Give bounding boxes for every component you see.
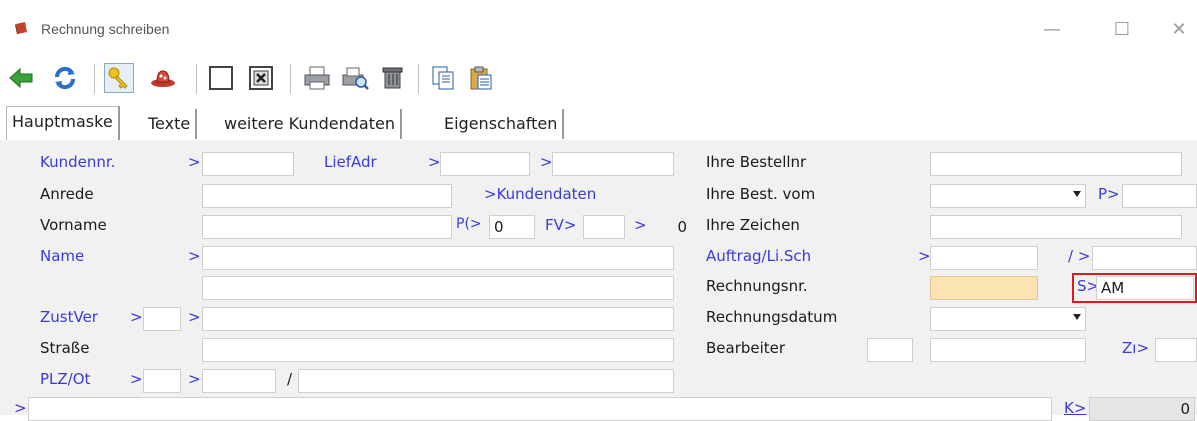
fv-second-arrow[interactable]: > [634,216,647,234]
p-best-lookup-arrow[interactable]: P> [1098,185,1120,203]
rechnungsnr-label: Rechnungsnr. [706,277,808,295]
toolbar-separator [418,64,419,94]
tab-texte[interactable]: Texte [143,109,198,139]
toolbar-separator [94,64,95,94]
tab-bar: Hauptmaske Texte weitere Kundendaten Eig… [0,103,1197,141]
ihre-best-vom-label: Ihre Best. vom [706,185,816,203]
plz-ort-separator: / [287,370,293,388]
main-form: Kundennr. > LiefAdr > > Anrede >Kundenda… [0,140,1197,421]
key-icon[interactable] [104,63,134,93]
p-lookup-arrow[interactable]: P(> [456,216,482,232]
plz-second-arrow[interactable]: > [188,370,201,388]
name-lookup-arrow[interactable]: > [188,247,201,265]
ihre-zeichen-label: Ihre Zeichen [706,216,800,234]
back-arrow-icon[interactable] [6,63,36,93]
window-title: Rechnung schreiben [41,21,170,37]
zustver-second-arrow[interactable]: > [188,308,201,326]
s-input[interactable]: AM [1096,276,1194,300]
blank-document-icon[interactable] [206,63,236,93]
name-label[interactable]: Name [40,247,84,265]
liefadr-label[interactable]: LiefAdr [324,153,377,171]
chevron-down-icon[interactable] [1073,314,1081,320]
rechnungsdatum-label: Rechnungsdatum [706,308,838,326]
liefadr-lookup-arrow[interactable]: > [428,153,441,171]
paste-icon[interactable] [466,63,496,93]
print-preview-icon[interactable] [340,63,370,93]
trash-icon[interactable] [378,63,408,93]
app-icon [13,20,29,36]
liefadr-input[interactable] [440,152,530,176]
ihre-bestellnr-input[interactable] [930,152,1182,176]
print-icon[interactable] [302,63,332,93]
rechnungsnr-input[interactable] [930,276,1038,300]
tab-eigenschaften[interactable]: Eigenschaften [439,109,565,139]
zu-lookup-arrow[interactable]: Zı> [1122,339,1149,357]
ihre-best-vom-input[interactable] [930,184,1086,208]
bearbeiter-label: Bearbeiter [706,339,786,357]
ihre-bestellnr-label: Ihre Bestellnr [706,153,807,171]
fv-input[interactable] [583,215,625,239]
minimize-button[interactable]: — [1040,18,1064,42]
maximize-button[interactable]: ☐ [1110,18,1134,42]
ort-input[interactable] [298,369,674,393]
close-document-icon[interactable] [246,63,276,93]
k-input[interactable]: 0 [1089,397,1195,421]
kundennr-input[interactable] [202,152,294,176]
bearbeiter-input[interactable] [930,338,1086,362]
liefadr-second-arrow[interactable]: > [540,153,553,171]
kundennr-lookup-arrow[interactable]: > [188,153,201,171]
k-lookup-arrow[interactable]: K> [1064,399,1086,417]
auftrag-second-arrow[interactable]: / > [1068,247,1090,265]
auftrag-second-input[interactable] [1092,246,1197,270]
toolbar-separator [196,64,197,94]
fv-lookup-arrow[interactable]: FV> [545,216,576,234]
name-input[interactable] [202,246,674,270]
plz-country-input[interactable] [143,369,181,393]
auftrag-label[interactable]: Auftrag/Li.Sch [706,247,811,265]
vorname-label: Vorname [40,216,107,234]
strasse-input[interactable] [202,338,674,362]
zustver-label[interactable]: ZustVer [40,308,98,326]
close-button[interactable]: ✕ [1167,18,1191,42]
vorname-input[interactable] [202,215,452,239]
toolbar [0,58,1197,102]
p-input[interactable]: 0 [489,215,535,239]
bottom-wide-input[interactable] [28,397,1052,421]
zu-input[interactable] [1155,338,1197,362]
auftrag-input[interactable] [930,246,1038,270]
bottom-lookup-arrow[interactable]: > [14,399,27,417]
plz-input[interactable] [202,369,276,393]
hat-icon[interactable] [148,63,178,93]
title-bar: Rechnung schreiben — ☐ ✕ [0,0,1197,58]
zustver-second-input[interactable] [202,307,674,331]
p-best-input[interactable] [1122,184,1197,208]
toolbar-separator [290,64,291,94]
tab-weitere-kundendaten[interactable]: weitere Kundendaten [219,109,402,139]
kundennr-label[interactable]: Kundennr. [40,153,115,171]
auftrag-lookup-arrow[interactable]: > [918,247,931,265]
kundendaten-link[interactable]: >Kundendaten [484,185,596,203]
zustver-input[interactable] [143,307,181,331]
rechnungsdatum-input[interactable] [930,307,1086,331]
fv-second-input[interactable]: 0 [646,215,692,239]
liefadr-second-input[interactable] [552,152,674,176]
name-line2-input[interactable] [202,276,674,300]
ihre-zeichen-input[interactable] [930,215,1182,239]
copy-icon[interactable] [428,63,458,93]
anrede-label: Anrede [40,185,94,203]
tab-hauptmaske[interactable]: Hauptmaske [6,106,120,140]
plz-lookup-arrow[interactable]: > [130,370,143,388]
anrede-input[interactable] [202,184,452,208]
plz-ort-label[interactable]: PLZ/Ot [40,370,90,388]
refresh-icon[interactable] [50,63,80,93]
chevron-down-icon[interactable] [1073,191,1081,197]
zustver-lookup-arrow[interactable]: > [130,308,143,326]
strasse-label: Straße [40,339,90,357]
bearbeiter-short-input[interactable] [867,338,913,362]
